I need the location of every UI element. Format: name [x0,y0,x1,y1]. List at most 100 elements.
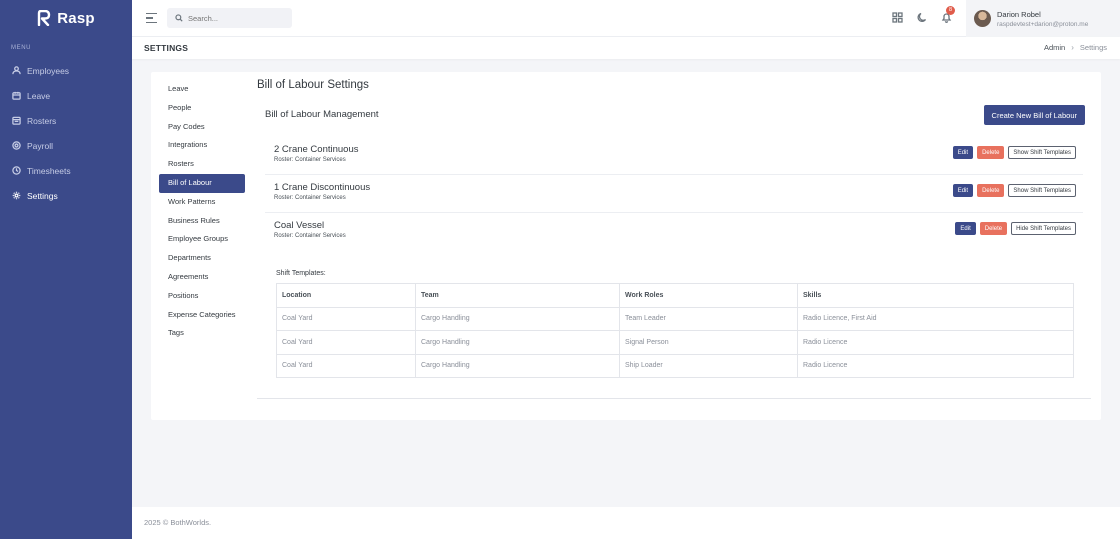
sidebar-item-payroll[interactable]: Payroll [0,133,132,158]
settings-nav-pay-codes[interactable]: Pay Codes [159,118,245,137]
delete-button[interactable]: Delete [977,146,1005,159]
bill-of-labour-row: 2 Crane Continuous Roster: Container Ser… [265,137,1083,175]
topbar: 8 Darion Robel raspdevtest+darion@proton… [132,0,1120,37]
settings-nav-integrations[interactable]: Integrations [159,136,245,155]
table-row: Coal Yard Cargo Handling Team Leader Rad… [276,306,1074,331]
rasp-logo-icon [38,10,51,26]
sidebar-item-label: Leave [27,90,51,101]
sidebar-item-label: Timesheets [27,165,71,176]
bill-of-labour-name: 2 Crane Continuous [274,144,359,155]
settings-nav-bill-of-labour[interactable]: Bill of Labour [159,173,245,193]
delete-button[interactable]: Delete [979,222,1008,235]
bill-of-labour-content: Bill of Labour Settings Bill of Labour M… [257,79,1091,399]
settings-nav-departments[interactable]: Departments [159,249,245,268]
cell-skills: Radio Licence, First Aid [797,306,1074,331]
settings-nav-work-patterns[interactable]: Work Patterns [159,193,245,212]
payroll-icon [12,141,21,150]
edit-button[interactable]: Edit [952,146,974,159]
breadcrumb-chevron-icon: › [1071,43,1074,52]
table-row: Coal Yard Cargo Handling Signal Person R… [276,330,1074,355]
column-header-work-roles: Work Roles [619,283,798,308]
settings-nav-business-rules[interactable]: Business Rules [159,212,245,231]
sidebar-item-label: Payroll [27,140,53,151]
create-bill-of-labour-button[interactable]: Create New Bill of Labour [983,105,1085,125]
logo[interactable]: Rasp [0,0,132,36]
show-shift-templates-button[interactable]: Show Shift Templates [1008,146,1076,159]
shift-templates-table: Location Team Work Roles Skills Coal Yar… [276,283,1074,378]
cell-work-roles: Signal Person [619,330,798,355]
bill-of-labour-name: Coal Vessel [274,220,325,231]
column-header-location: Location [276,283,416,308]
row-actions: Edit Delete Hide Shift Templates [955,222,1076,235]
apps-icon[interactable] [892,12,903,23]
settings-nav-agreements[interactable]: Agreements [159,268,245,287]
bill-of-labour-row: Coal Vessel Roster: Container Services E… [265,213,1083,251]
cell-location: Coal Yard [276,306,416,331]
settings-nav-leave[interactable]: Leave [159,80,245,99]
sidebar-item-settings[interactable]: Settings [0,183,132,208]
cell-team: Cargo Handling [415,306,620,331]
cell-location: Coal Yard [276,330,416,355]
bill-of-labour-panel: Bill of Labour Management Create New Bil… [257,99,1091,399]
edit-button[interactable]: Edit [955,222,976,235]
notification-bell-icon[interactable]: 8 [941,6,955,23]
cell-team: Cargo Handling [415,330,620,355]
user-name: Darion Robel [997,9,1041,19]
copyright-text: 2025 © BothWorlds. [144,518,212,527]
user-email: raspdevtest+darion@proton.me [997,20,1089,28]
search-icon [175,14,183,22]
gear-icon [12,191,21,200]
dark-mode-icon[interactable] [917,12,928,23]
table-header-row: Location Team Work Roles Skills [276,283,1074,308]
settings-nav-rosters[interactable]: Rosters [159,155,245,174]
content-title: Bill of Labour Settings [257,79,369,91]
search-input[interactable] [188,13,288,23]
sidebar-item-leave[interactable]: Leave [0,83,132,108]
cell-skills: Radio Licence [797,330,1074,355]
edit-button[interactable]: Edit [952,184,974,197]
panel-title: Bill of Labour Management [265,109,379,120]
settings-nav-tags[interactable]: Tags [159,324,245,343]
page-title: SETTINGS [144,43,189,53]
settings-nav-employee-groups[interactable]: Employee Groups [159,230,245,249]
bill-of-labour-name: 1 Crane Discontinuous [274,182,371,193]
calendar-icon [12,91,21,100]
cell-skills: Radio Licence [797,353,1074,378]
row-actions: Edit Delete Show Shift Templates [952,146,1076,159]
hide-shift-templates-button[interactable]: Hide Shift Templates [1011,222,1076,235]
sidebar-item-employees[interactable]: Employees [0,58,132,83]
sidebar-item-label: Rosters [27,115,57,126]
sidebar-item-timesheets[interactable]: Timesheets [0,158,132,183]
settings-nav-people[interactable]: People [159,99,245,118]
app-name: Rasp [57,9,95,27]
breadcrumb: Admin › Settings [1044,43,1107,52]
table-row: Coal Yard Cargo Handling Ship Loader Rad… [276,353,1074,378]
shift-templates-label: Shift Templates: [276,270,326,277]
show-shift-templates-button[interactable]: Show Shift Templates [1008,184,1076,197]
hamburger-menu-icon[interactable] [146,13,157,23]
page-title-bar: SETTINGS Admin › Settings [132,37,1120,59]
settings-card: Leave People Pay Codes Integrations Rost… [151,72,1101,420]
cell-location: Coal Yard [276,353,416,378]
delete-button[interactable]: Delete [977,184,1005,197]
users-icon [12,66,21,75]
column-header-skills: Skills [797,283,1074,308]
row-actions: Edit Delete Show Shift Templates [952,184,1076,197]
sidebar-item-rosters[interactable]: Rosters [0,108,132,133]
avatar [974,10,991,27]
search-box[interactable] [167,8,292,28]
bill-of-labour-roster: Roster: Container Services [274,157,346,163]
footer: 2025 © BothWorlds. [132,507,1120,539]
cell-work-roles: Ship Loader [619,353,798,378]
settings-nav-expense-categories[interactable]: Expense Categories [159,306,245,325]
clock-icon [12,166,21,175]
settings-nav: Leave People Pay Codes Integrations Rost… [159,80,245,343]
cell-work-roles: Team Leader [619,306,798,331]
user-menu[interactable]: Darion Robel raspdevtest+darion@proton.m… [966,0,1120,37]
bill-of-labour-roster: Roster: Container Services [274,233,346,239]
sidebar-item-label: Employees [27,65,70,76]
sidebar: Rasp MENU Employees Leave Rosters Payrol… [0,0,132,539]
column-header-team: Team [415,283,620,308]
settings-nav-positions[interactable]: Positions [159,287,245,306]
breadcrumb-admin[interactable]: Admin [1044,43,1065,52]
